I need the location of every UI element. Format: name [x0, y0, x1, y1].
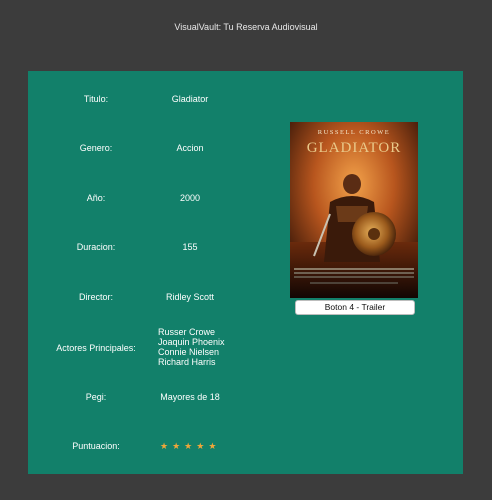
star-icon: ★	[196, 441, 209, 451]
rating-stars: ★★★★★	[160, 441, 220, 452]
star-icon: ★	[172, 441, 185, 451]
row-genero: Genero: Accion	[28, 143, 268, 163]
duracion-label: Duracion:	[76, 242, 116, 252]
star-icon: ★	[184, 441, 197, 451]
director-value: Ridley Scott	[165, 292, 215, 302]
genero-label: Genero:	[79, 143, 113, 153]
row-pegi: Pegi: Mayores de 18	[28, 392, 268, 412]
row-director: Director: Ridley Scott	[28, 292, 268, 312]
genero-value: Accion	[176, 143, 204, 153]
movie-poster: RUSSELL CROWE GLADIATOR	[290, 122, 418, 298]
director-label: Director:	[78, 292, 113, 302]
movie-detail-panel: Titulo: Gladiator Genero: Accion Año: 20…	[28, 71, 463, 474]
star-icon: ★	[208, 441, 221, 451]
actor-item: Connie Nielsen	[158, 347, 220, 357]
actores-label: Actores Principales:	[56, 343, 136, 353]
actor-item: Joaquin Phoenix	[158, 337, 225, 347]
window-title: VisualVault: Tu Reserva Audiovisual	[174, 22, 318, 32]
puntuacion-label: Puntuacion:	[72, 441, 120, 451]
row-titulo: Titulo: Gladiator	[28, 94, 268, 114]
poster-title-text: GLADIATOR	[307, 140, 402, 156]
poster-actor-text: RUSSELL CROWE	[318, 129, 391, 136]
star-icon: ★	[160, 441, 173, 451]
duracion-value: 155	[182, 242, 198, 252]
actor-item: Richard Harris	[158, 357, 216, 367]
row-anio: Año: 2000	[28, 193, 268, 213]
pegi-value: Mayores de 18	[160, 392, 220, 402]
row-puntuacion: Puntuacion: ★★★★★	[28, 441, 268, 461]
trailer-button[interactable]: Boton 4 - Trailer	[295, 300, 415, 315]
row-duracion: Duracion: 155	[28, 242, 268, 262]
actores-list: Russer Crowe Joaquin Phoenix Connie Niel…	[158, 327, 248, 367]
titulo-label: Titulo:	[83, 94, 109, 104]
pegi-label: Pegi:	[85, 392, 107, 402]
row-actores: Actores Principales: Russer Crowe Joaqui…	[28, 327, 268, 369]
anio-label: Año:	[86, 193, 106, 203]
titulo-value: Gladiator	[171, 94, 209, 104]
actor-item: Russer Crowe	[158, 327, 216, 337]
anio-value: 2000	[179, 193, 201, 203]
